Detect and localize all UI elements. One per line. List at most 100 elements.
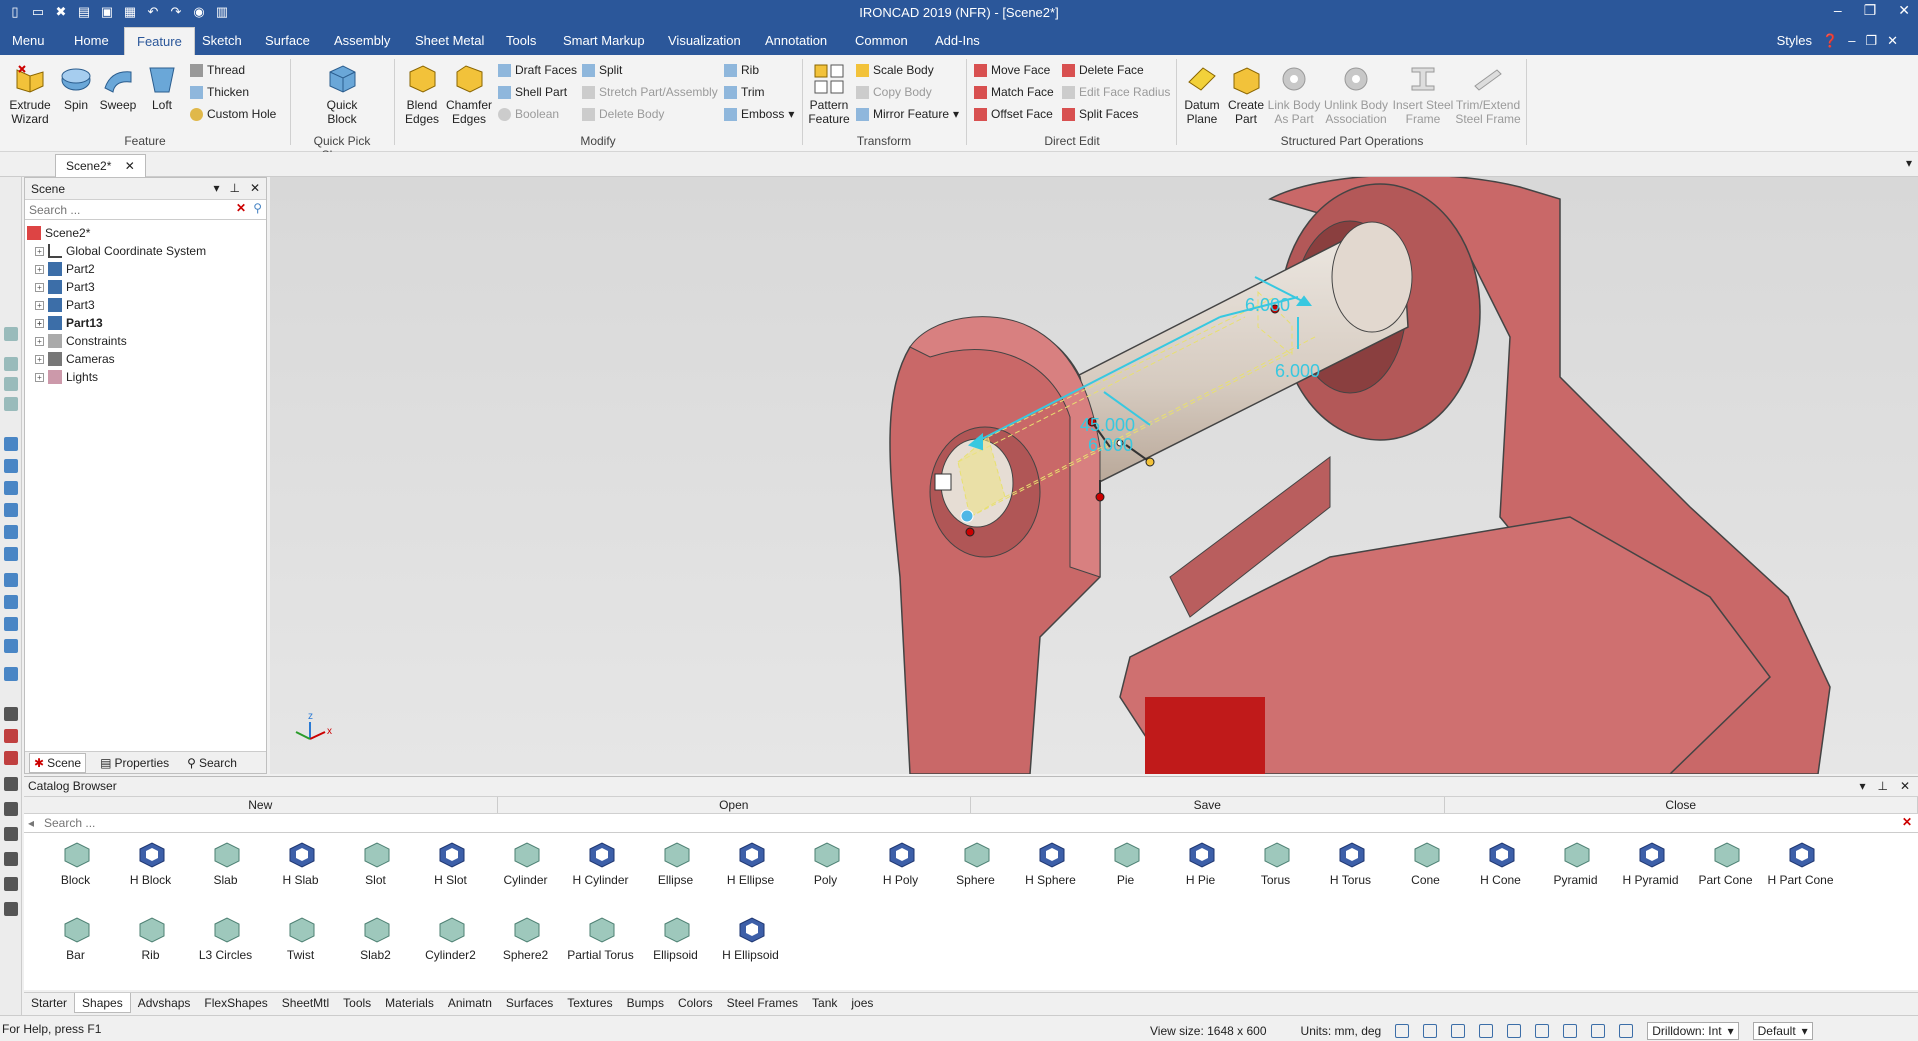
trim-steel-frame-button[interactable]: Trim/Extend Steel Frame bbox=[1454, 62, 1522, 126]
catalog-new-button[interactable]: New bbox=[24, 797, 498, 813]
catalog-tab[interactable]: Bumps bbox=[620, 993, 671, 1013]
catalog-tab[interactable]: Materials bbox=[378, 993, 441, 1013]
catalog-tab[interactable]: Colors bbox=[671, 993, 720, 1013]
pattern-feature-button[interactable]: Pattern Feature bbox=[806, 62, 852, 126]
tab-tools[interactable]: Tools bbox=[506, 33, 536, 48]
boolean-button[interactable]: Boolean bbox=[498, 107, 559, 121]
tree-item-cameras[interactable]: + Cameras bbox=[27, 350, 264, 368]
tree-item-gcs[interactable]: + Global Coordinate System bbox=[27, 242, 264, 260]
create-part-button[interactable]: Create Part bbox=[1226, 62, 1266, 126]
chevron-down-icon[interactable]: ▾ bbox=[213, 181, 219, 195]
catalog-tab[interactable]: Animatn bbox=[441, 993, 499, 1013]
catalog-shape[interactable]: H Slot bbox=[413, 839, 488, 887]
catalog-shape[interactable]: Ellipsoid bbox=[638, 914, 713, 962]
catalog-save-button[interactable]: Save bbox=[971, 797, 1445, 813]
tab-menu[interactable]: Menu bbox=[12, 33, 45, 48]
tab-search[interactable]: ⚲ Search bbox=[183, 754, 241, 772]
shading-icon[interactable] bbox=[1535, 1024, 1550, 1038]
catalog-shape[interactable]: H Sphere bbox=[1013, 839, 1088, 887]
catalog-shape[interactable]: Rib bbox=[113, 914, 188, 962]
catalog-shape[interactable]: Cylinder2 bbox=[413, 914, 488, 962]
drilldown-select[interactable]: Drilldown: Int ▾ bbox=[1647, 1022, 1739, 1040]
unlink-body-button[interactable]: Unlink Body Association bbox=[1322, 62, 1390, 126]
delete-body-button[interactable]: Delete Body bbox=[582, 107, 664, 121]
catalog-shape[interactable]: L3 Circles bbox=[188, 914, 263, 962]
insert-steel-frame-button[interactable]: Insert Steel Frame bbox=[1392, 62, 1454, 126]
tab-assembly[interactable]: Assembly bbox=[334, 33, 390, 48]
tab-sketch[interactable]: Sketch bbox=[202, 33, 242, 48]
ribbon-restore-icon[interactable]: ❐ bbox=[1865, 33, 1877, 49]
move-face-button[interactable]: Move Face bbox=[974, 63, 1050, 77]
rib-button[interactable]: Rib bbox=[724, 63, 759, 77]
catalog-shape[interactable]: Slot bbox=[338, 839, 413, 887]
tree-item-constraints[interactable]: + Constraints bbox=[27, 332, 264, 350]
catalog-shape[interactable]: H Cone bbox=[1463, 839, 1538, 887]
tree-item-scene2[interactable]: Scene2* bbox=[27, 224, 264, 242]
tab-properties[interactable]: ▤ Properties bbox=[96, 754, 173, 772]
cursor-icon[interactable] bbox=[1619, 1024, 1634, 1038]
catalog-shape[interactable]: Slab bbox=[188, 839, 263, 887]
catalog-shape[interactable]: Part Cone bbox=[1688, 839, 1763, 887]
tab-smart-markup[interactable]: Smart Markup bbox=[563, 33, 645, 48]
tab-surface[interactable]: Surface bbox=[265, 33, 310, 48]
catalog-shape[interactable]: Slab2 bbox=[338, 914, 413, 962]
custom-hole-button[interactable]: Custom Hole bbox=[190, 107, 276, 121]
catalog-tab[interactable]: Tank bbox=[805, 993, 844, 1013]
minimize-button[interactable]: – bbox=[1834, 2, 1842, 19]
catalog-shape[interactable]: Cylinder bbox=[488, 839, 563, 887]
shell-part-button[interactable]: Shell Part bbox=[498, 85, 567, 99]
tab-home[interactable]: Home bbox=[74, 33, 109, 48]
filter-icon[interactable]: ⚲ bbox=[253, 201, 262, 215]
thicken-button[interactable]: Thicken bbox=[190, 85, 249, 99]
scale-body-button[interactable]: Scale Body bbox=[856, 63, 934, 77]
tab-common[interactable]: Common bbox=[855, 33, 908, 48]
match-face-button[interactable]: Match Face bbox=[974, 85, 1054, 99]
dimension-right[interactable]: 6.000 bbox=[1275, 361, 1320, 381]
delete-face-button[interactable]: Delete Face bbox=[1062, 63, 1144, 77]
catalog-tab[interactable]: joes bbox=[844, 993, 880, 1013]
catalog-shape[interactable]: Twist bbox=[263, 914, 338, 962]
catalog-shape[interactable]: H Slab bbox=[263, 839, 338, 887]
tab-scene[interactable]: ✱ Scene bbox=[29, 752, 87, 773]
chamfer-edges-button[interactable]: Chamfer Edges bbox=[444, 62, 494, 126]
catalog-shape[interactable]: Sphere bbox=[938, 839, 1013, 887]
catalog-tab[interactable]: Tools bbox=[336, 993, 378, 1013]
back-icon[interactable]: ◂ bbox=[28, 816, 34, 830]
tab-annotation[interactable]: Annotation bbox=[765, 33, 827, 48]
tab-visualization[interactable]: Visualization bbox=[668, 33, 741, 48]
sweep-button[interactable]: Sweep bbox=[98, 62, 138, 112]
catalog-tab[interactable]: Starter bbox=[24, 993, 74, 1013]
split-button[interactable]: Split bbox=[582, 63, 622, 77]
catalog-shape[interactable]: Partial Torus bbox=[563, 914, 638, 962]
trim-button[interactable]: Trim bbox=[724, 85, 765, 99]
link-body-button[interactable]: Link Body As Part bbox=[1266, 62, 1322, 126]
catalog-shape[interactable]: H Torus bbox=[1313, 839, 1388, 887]
stretch-button[interactable]: Stretch Part/Assembly bbox=[582, 85, 718, 99]
maximize-button[interactable]: ❐ bbox=[1864, 2, 1877, 19]
catalog-tab[interactable]: Advshaps bbox=[131, 993, 198, 1013]
mirror-feature-button[interactable]: Mirror Feature ▾ bbox=[856, 107, 959, 121]
clear-search-icon[interactable]: ✕ bbox=[236, 201, 246, 215]
standard-view-icon[interactable] bbox=[1479, 1024, 1494, 1038]
edit-face-radius-button[interactable]: Edit Face Radius bbox=[1062, 85, 1170, 99]
tree-item-part13[interactable]: + Part13 bbox=[27, 314, 264, 332]
blend-edges-button[interactable]: Blend Edges bbox=[402, 62, 442, 126]
emboss-button[interactable]: Emboss ▾ bbox=[724, 107, 794, 121]
catalog-shape[interactable]: Torus bbox=[1238, 839, 1313, 887]
close-button[interactable]: ✕ bbox=[1898, 2, 1910, 19]
extrude-wizard-button[interactable]: Extrude Wizard bbox=[6, 62, 54, 126]
catalog-tab[interactable]: Textures bbox=[560, 993, 619, 1013]
draft-faces-button[interactable]: Draft Faces bbox=[498, 63, 577, 77]
catalog-search-input[interactable] bbox=[24, 814, 424, 832]
section-icon[interactable] bbox=[1563, 1024, 1578, 1038]
tab-feature[interactable]: Feature bbox=[124, 27, 195, 55]
close-icon[interactable]: ✕ bbox=[1900, 779, 1910, 793]
catalog-tab[interactable]: FlexShapes bbox=[197, 993, 274, 1013]
catalog-shape[interactable]: H Part Cone bbox=[1763, 839, 1838, 887]
catalog-shape[interactable]: Pyramid bbox=[1538, 839, 1613, 887]
catalog-shape[interactable]: H Poly bbox=[863, 839, 938, 887]
catalog-shape[interactable]: H Pyramid bbox=[1613, 839, 1688, 887]
tab-add-ins[interactable]: Add-Ins bbox=[935, 33, 980, 48]
catalog-shape[interactable]: H Ellipsoid bbox=[713, 914, 788, 962]
render-mode-icon[interactable] bbox=[1507, 1024, 1522, 1038]
